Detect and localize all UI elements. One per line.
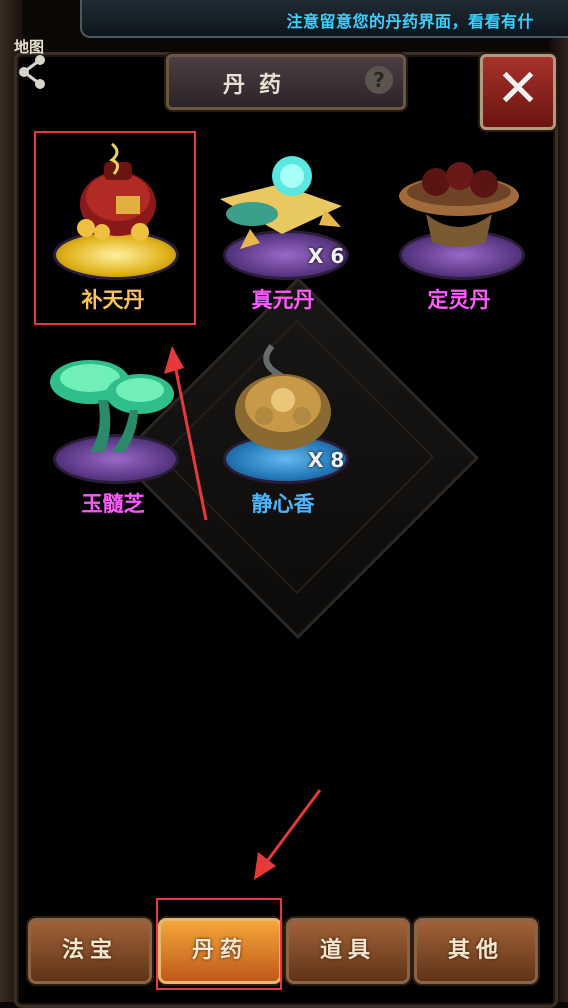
- tab-daoju[interactable]: 道具: [286, 918, 410, 984]
- item-name: 静心香: [251, 492, 315, 516]
- panel-title-plate: 丹药 ?: [166, 54, 406, 110]
- item-jingxinxiang[interactable]: X 8 静心香: [208, 338, 358, 518]
- help-button[interactable]: ?: [365, 66, 393, 94]
- pill-bowl-icon: [399, 162, 519, 247]
- close-icon: ✕: [496, 59, 540, 119]
- notice-text: 注意留意您的丹药界面，看看有什: [286, 12, 534, 31]
- item-dinglingdan[interactable]: 定灵丹: [384, 134, 534, 314]
- item-quantity: X 8: [308, 448, 345, 472]
- category-tabs: 法宝 丹药 道具 其他: [22, 918, 542, 992]
- item-quantity: X 6: [308, 244, 345, 268]
- page-title: 丹药: [222, 73, 295, 98]
- close-button[interactable]: ✕: [480, 54, 556, 130]
- tab-label: 其他: [447, 938, 504, 963]
- notice-ticker: 注意留意您的丹药界面，看看有什: [80, 0, 568, 38]
- highlight-box-tab: [156, 898, 282, 990]
- guide-arrow-up-icon: [164, 346, 208, 521]
- guide-arrow-down-icon: [254, 789, 322, 880]
- tab-qita[interactable]: 其他: [414, 918, 538, 984]
- share-icon[interactable]: [14, 52, 50, 92]
- highlight-box-item: [34, 131, 196, 325]
- item-name: 真元丹: [251, 288, 315, 312]
- item-name: 定灵丹: [427, 288, 491, 312]
- tab-fabao[interactable]: 法宝: [28, 918, 152, 984]
- tab-label: 道具: [319, 938, 376, 963]
- incense-burner-icon: [235, 344, 331, 450]
- item-zhenyuandan[interactable]: X 6 真元丹: [208, 134, 358, 314]
- tab-label: 法宝: [61, 938, 118, 963]
- jade-orb-icon: [220, 156, 342, 249]
